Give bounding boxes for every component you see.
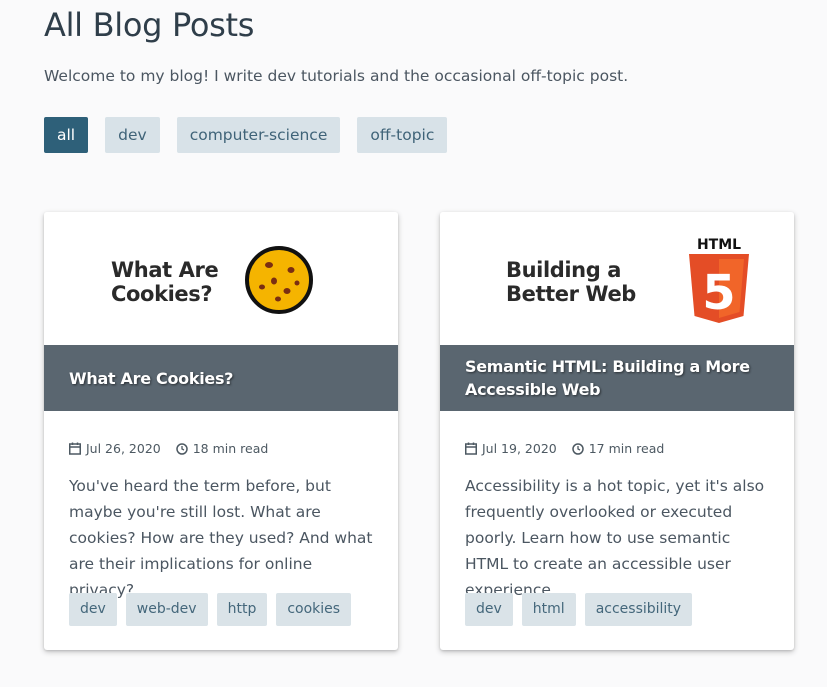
post-date: Jul 26, 2020 xyxy=(69,441,161,456)
post-excerpt: You've heard the term before, but maybe … xyxy=(69,477,373,599)
post-read-time-text: 17 min read xyxy=(588,441,665,456)
tag-cookies[interactable]: cookies xyxy=(276,593,352,626)
clock-icon xyxy=(571,442,584,455)
html5-logo-digit: 5 xyxy=(702,265,735,321)
hero-title-line: Better Web xyxy=(506,282,636,306)
post-read-time: 17 min read xyxy=(571,441,665,456)
post-date-text: Jul 26, 2020 xyxy=(86,441,161,456)
tag-dev[interactable]: dev xyxy=(69,593,117,626)
hero-title: What Are Cookies? xyxy=(111,258,219,306)
filter-off-topic-button[interactable]: off-topic xyxy=(357,117,448,153)
post-hero-image: Building a Better Web HTML 5 xyxy=(440,212,794,345)
filter-computer-science-button[interactable]: computer-science xyxy=(176,117,341,153)
tag-dev[interactable]: dev xyxy=(465,593,513,626)
post-meta: Jul 26, 2020 18 min read xyxy=(69,441,268,456)
page-intro: Welcome to my blog! I write dev tutorial… xyxy=(44,67,629,85)
filter-all-button[interactable]: all xyxy=(44,117,89,153)
post-date: Jul 19, 2020 xyxy=(465,441,557,456)
tag-web-dev[interactable]: web-dev xyxy=(125,593,208,626)
calendar-icon xyxy=(69,442,81,455)
tag-html[interactable]: html xyxy=(521,593,576,626)
hero-title: Building a Better Web xyxy=(506,258,636,306)
post-read-time: 18 min read xyxy=(175,441,269,456)
post-card[interactable]: Building a Better Web HTML 5 Semantic HT… xyxy=(440,212,794,650)
post-hero-image: What Are Cookies? xyxy=(44,212,398,345)
post-card[interactable]: What Are Cookies? What Are Cookies? Jul … xyxy=(44,212,398,650)
post-tags: dev html accessibility xyxy=(465,593,693,626)
blog-index-page: All Blog Posts Welcome to my blog! I wri… xyxy=(0,0,827,687)
html5-logo-icon: HTML 5 xyxy=(689,237,749,323)
cookie-icon xyxy=(245,246,313,314)
tag-accessibility[interactable]: accessibility xyxy=(584,593,693,626)
post-title-band[interactable]: Semantic HTML: Building a More Accessibl… xyxy=(440,345,794,411)
post-title-band[interactable]: What Are Cookies? xyxy=(44,345,398,411)
post-excerpt: Accessibility is a hot topic, yet it's a… xyxy=(465,477,765,599)
page-title: All Blog Posts xyxy=(44,6,255,44)
post-date-text: Jul 19, 2020 xyxy=(482,441,557,456)
html5-logo-text: HTML xyxy=(697,237,741,253)
calendar-icon xyxy=(465,442,477,455)
filter-dev-button[interactable]: dev xyxy=(105,117,160,153)
category-filters: all dev computer-science off-topic xyxy=(44,117,448,153)
clock-icon xyxy=(175,442,188,455)
post-title[interactable]: Semantic HTML: Building a More Accessibl… xyxy=(465,355,769,401)
hero-title-line: Cookies? xyxy=(111,282,213,306)
post-read-time-text: 18 min read xyxy=(192,441,269,456)
tag-http[interactable]: http xyxy=(216,593,268,626)
post-title[interactable]: What Are Cookies? xyxy=(69,367,233,390)
hero-title-line: Building a xyxy=(506,258,622,282)
hero-title-line: What Are xyxy=(111,258,219,282)
post-meta: Jul 19, 2020 17 min read xyxy=(465,441,664,456)
post-tags: dev web-dev http cookies xyxy=(69,593,352,626)
